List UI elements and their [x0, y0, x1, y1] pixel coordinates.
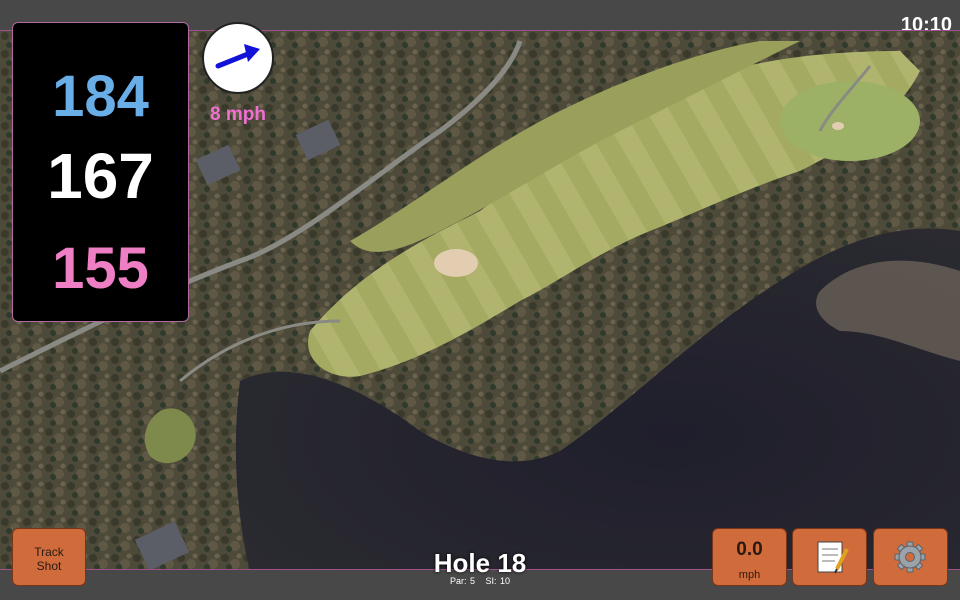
settings-button[interactable]: [873, 528, 948, 586]
track-shot-button[interactable]: Track Shot: [12, 528, 86, 586]
track-shot-label-line2: Shot: [36, 559, 62, 573]
notes-button[interactable]: [792, 528, 867, 586]
gear-icon: [894, 541, 926, 573]
hole-info: Par: 5 SI: 10: [380, 576, 580, 586]
distance-front: 155: [52, 236, 149, 301]
notepad-icon: [817, 541, 849, 574]
speed-unit: mph: [738, 569, 761, 581]
wind-indicator: [202, 22, 274, 94]
hole-stroke-index: SI: 10: [485, 576, 511, 586]
speed-value: 0.0: [736, 539, 763, 560]
wind-speed: 8 mph: [210, 104, 266, 125]
distance-middle: 167: [47, 140, 154, 212]
arrow-icon: [215, 44, 260, 69]
hole-par: Par: 5: [449, 576, 475, 586]
speed-button[interactable]: 0.0 mph: [712, 528, 787, 586]
hole-title: Hole 18: [433, 548, 527, 578]
distance-back: 184: [52, 64, 149, 129]
distance-panel: 184 167 155: [12, 22, 189, 322]
track-shot-label-line1: Track: [34, 545, 64, 559]
